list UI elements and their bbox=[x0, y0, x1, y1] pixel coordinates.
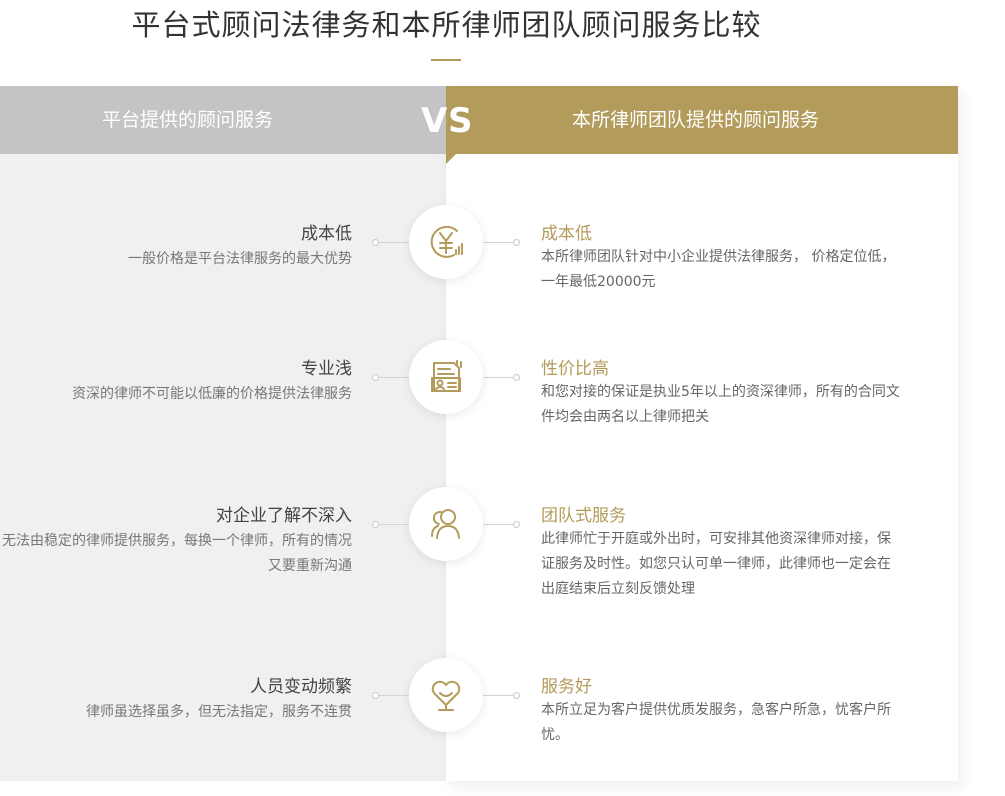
page-title: 平台式顾问法律务和本所律师团队顾问服务比较 bbox=[131, 8, 762, 42]
firm-header-label: 本所律师团队提供的顾问服务 bbox=[572, 109, 820, 131]
platform-point-desc: 律师虽选择虽多，但无法指定，服务不连贯 bbox=[86, 704, 352, 720]
title-underline bbox=[431, 59, 461, 61]
platform-point-title: 对企业了解不深入 bbox=[216, 506, 352, 526]
team-people-icon bbox=[409, 487, 483, 561]
firm-header: 本所律师团队提供的顾问服务 bbox=[446, 86, 958, 154]
platform-panel bbox=[0, 86, 446, 781]
firm-panel bbox=[446, 86, 958, 781]
vs-letter-v: V bbox=[421, 101, 448, 141]
firm-point-title: 成本低 bbox=[541, 224, 592, 244]
vs-letter-s: S bbox=[448, 101, 473, 141]
firm-point-desc: 和您对接的保证是执业5年以上的资深律师，所有的合同文件均会由两名以上律师把关 bbox=[541, 384, 900, 425]
platform-point-title: 成本低 bbox=[301, 224, 352, 244]
platform-point-desc: 资深的律师不可能以低廉的价格提供法律服务 bbox=[72, 386, 352, 402]
header-notch bbox=[446, 154, 456, 164]
platform-point-title: 人员变动频繁 bbox=[250, 677, 352, 697]
platform-header: 平台提供的顾问服务 bbox=[0, 86, 446, 154]
platform-point-title: 专业浅 bbox=[301, 359, 352, 379]
firm-point-desc: 本所律师团队针对中小企业提供法律服务， 价格定位低，一年最低20000元 bbox=[541, 249, 896, 290]
firm-point-title: 团队式服务 bbox=[541, 506, 626, 526]
firm-point-desc: 此律师忙于开庭或外出时，可安排其他资深律师对接，保证服务及时性。如您只认可单一律… bbox=[541, 531, 891, 597]
firm-point-title: 服务好 bbox=[541, 677, 592, 697]
platform-point-desc: 一般价格是平台法律服务的最大优势 bbox=[128, 251, 352, 267]
firm-point-desc: 本所立足为客户提供优质发服务，急客户所急，忧客户所忧。 bbox=[541, 702, 891, 743]
yen-coin-icon bbox=[409, 205, 483, 279]
platform-point-desc: 无法由稳定的律师提供服务，每换一个律师，所有的情况又要重新沟通 bbox=[2, 533, 352, 574]
firm-point-title: 性价比高 bbox=[541, 359, 609, 379]
document-id-icon bbox=[409, 340, 483, 414]
platform-header-label: 平台提供的顾问服务 bbox=[102, 109, 274, 131]
heart-care-icon bbox=[409, 658, 483, 732]
